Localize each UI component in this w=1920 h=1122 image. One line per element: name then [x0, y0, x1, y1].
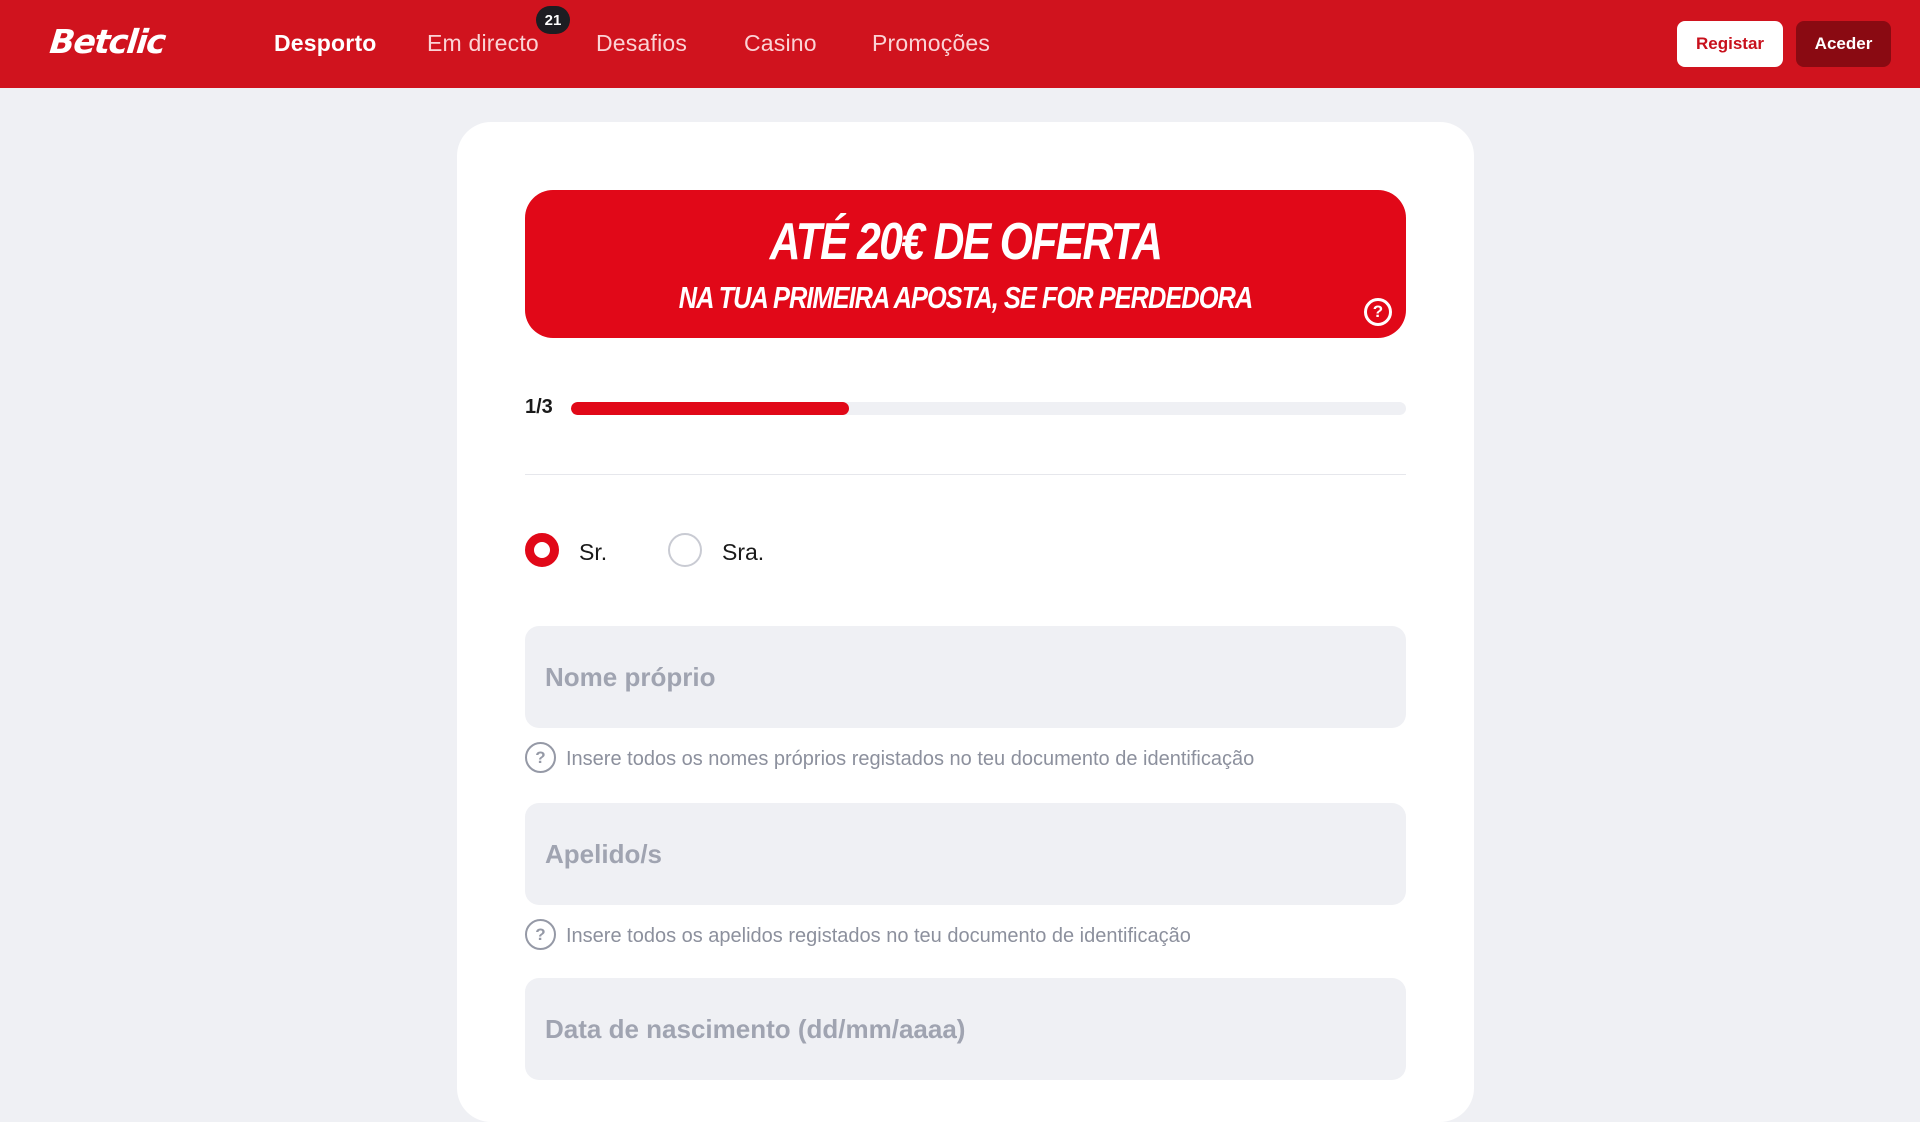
divider	[525, 474, 1406, 475]
first-name-input[interactable]	[525, 626, 1406, 728]
step-counter: 1/3	[525, 396, 553, 418]
promo-subtitle: NA TUA PRIMEIRA APOSTA, SE FOR PERDEDORA	[678, 280, 1254, 315]
top-navigation-bar: Betclic Desporto Em directo 21 Desafios …	[0, 0, 1920, 88]
promo-title: ATÉ 20€ DE OFERTA	[769, 213, 1163, 271]
birth-date-field[interactable]	[525, 978, 1406, 1080]
radio-label-sr: Sr.	[579, 539, 608, 565]
nav-item-desafios[interactable]: Desafios	[596, 30, 687, 57]
nav-item-em-directo[interactable]: Em directo	[427, 30, 539, 57]
question-circle-icon: ?	[525, 742, 556, 773]
progress-fill	[571, 402, 850, 415]
hint-text: Insere todos os apelidos registados no t…	[566, 925, 1191, 947]
last-name-input[interactable]	[525, 803, 1406, 905]
register-button[interactable]: Registar	[1677, 21, 1783, 67]
nav-item-label: Em directo	[427, 30, 539, 56]
radio-button-sra[interactable]	[668, 533, 702, 567]
birth-date-input[interactable]	[525, 978, 1406, 1080]
radio-label-sra: Sra.	[722, 539, 765, 565]
progress-track	[571, 402, 1406, 415]
radio-button-sr[interactable]	[525, 533, 559, 567]
question-circle-icon: ?	[525, 919, 556, 950]
promo-banner: ATÉ 20€ DE OFERTA NA TUA PRIMEIRA APOSTA…	[525, 190, 1406, 338]
registration-card: ATÉ 20€ DE OFERTA NA TUA PRIMEIRA APOSTA…	[457, 122, 1474, 1122]
hint-text: Insere todos os nomes próprios registado…	[566, 748, 1255, 770]
registration-progress: 1/3	[525, 394, 1406, 424]
nav-item-desporto[interactable]: Desporto	[274, 30, 377, 57]
question-circle-icon[interactable]: ?	[1364, 298, 1392, 326]
live-count-badge: 21	[536, 6, 570, 34]
nav-item-promocoes[interactable]: Promoções	[872, 30, 990, 57]
first-name-field[interactable]	[525, 626, 1406, 728]
nav-item-casino[interactable]: Casino	[744, 30, 817, 57]
last-name-field[interactable]	[525, 803, 1406, 905]
login-button[interactable]: Aceder	[1796, 21, 1891, 67]
betclic-logo[interactable]: Betclic	[48, 22, 167, 61]
